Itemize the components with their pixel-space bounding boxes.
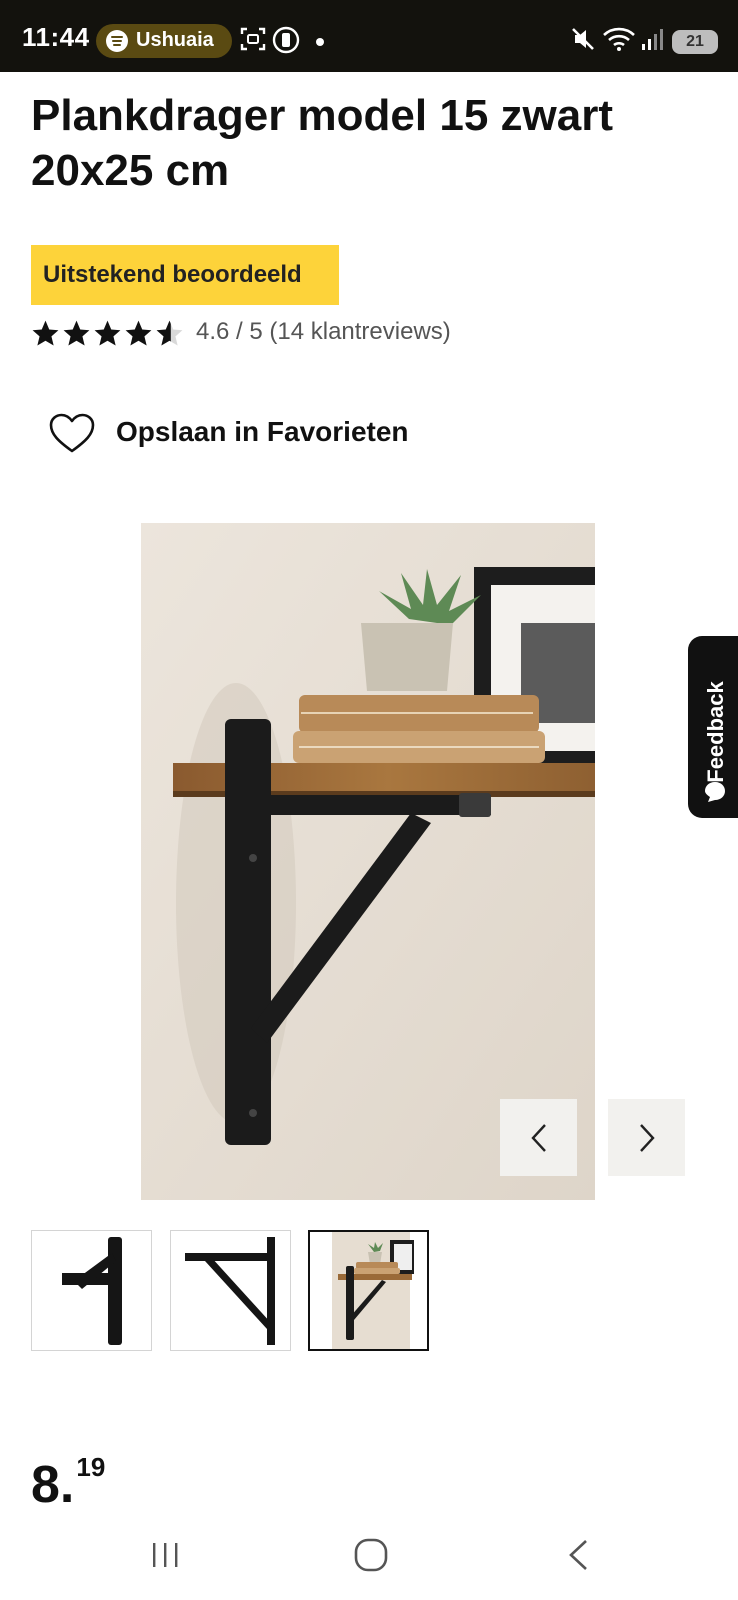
media-pill[interactable]: Ushuaia xyxy=(96,24,232,58)
star-icon xyxy=(94,320,121,346)
save-favorites-label: Opslaan in Favorieten xyxy=(116,416,409,447)
sim-icon xyxy=(272,26,300,59)
chat-bubble-icon xyxy=(705,782,725,802)
battery-icon: 21 xyxy=(672,30,718,54)
notification-dot xyxy=(316,38,324,46)
chevron-right-icon xyxy=(639,1123,655,1152)
rating-badge: Uitstekend beoordeeld xyxy=(31,245,339,305)
feedback-tab[interactable]: Feedback xyxy=(688,636,738,818)
product-title: Plankdrager model 15 zwart 20x25 cm xyxy=(31,91,613,195)
star-icon xyxy=(63,320,90,346)
media-app-label: Ushuaia xyxy=(136,29,214,51)
star-rating[interactable] xyxy=(30,318,185,350)
wifi-icon xyxy=(602,26,636,57)
next-image-button[interactable] xyxy=(608,1099,685,1176)
recents-icon[interactable] xyxy=(150,1540,180,1570)
star-icon xyxy=(32,320,59,346)
price: 8.19 xyxy=(31,1452,105,1515)
heart-icon xyxy=(49,413,95,453)
chevron-left-icon xyxy=(530,1123,546,1152)
thumbnail-bracket-front[interactable] xyxy=(31,1230,152,1351)
status-bar: 11:44 Ushuaia 21 xyxy=(0,0,738,72)
price-integer: 8 xyxy=(31,1456,60,1514)
mute-icon xyxy=(570,26,596,57)
screenshot-icon xyxy=(240,26,266,57)
rating-text[interactable]: 4.6 / 5 (14 klantreviews) xyxy=(196,318,451,346)
spotify-icon xyxy=(106,30,128,52)
back-icon[interactable] xyxy=(566,1538,590,1572)
price-decimals: 19 xyxy=(76,1452,106,1482)
signal-icon xyxy=(640,26,666,57)
previous-image-button[interactable] xyxy=(500,1099,577,1176)
star-half-icon xyxy=(156,320,183,346)
status-time: 11:44 xyxy=(22,22,90,52)
home-icon[interactable] xyxy=(354,1538,388,1572)
thumbnail-bracket-side[interactable] xyxy=(170,1230,291,1351)
star-icon xyxy=(125,320,152,346)
price-separator: . xyxy=(59,1456,75,1514)
system-navigation-bar xyxy=(0,1518,738,1600)
thumbnail-shelf-lifestyle[interactable] xyxy=(308,1230,429,1351)
